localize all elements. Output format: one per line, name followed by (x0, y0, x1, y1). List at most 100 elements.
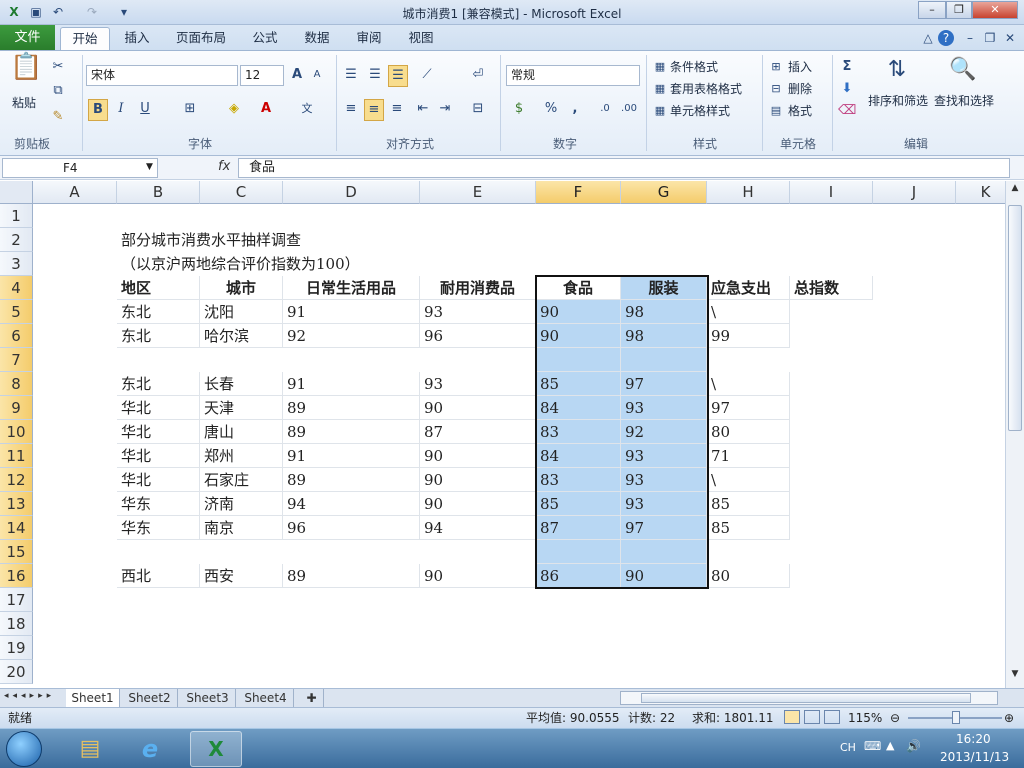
sheet-tab-3[interactable]: Sheet3 (180, 689, 236, 707)
tab-file[interactable]: 文件 (0, 25, 55, 50)
find-select-icon[interactable]: 🔍 (948, 55, 978, 85)
column-header-i[interactable]: I (790, 181, 873, 204)
row-header-17[interactable]: 17 (0, 588, 33, 612)
font-color-icon[interactable]: A (256, 99, 276, 119)
emergency-cell[interactable]: \ (707, 372, 790, 396)
column-header-e[interactable]: E (420, 181, 536, 204)
city-cell[interactable]: 长春 (200, 372, 283, 396)
daily-cell[interactable]: 91 (283, 372, 420, 396)
row-header-14[interactable]: 14 (0, 516, 33, 540)
column-header-d[interactable]: D (283, 181, 420, 204)
clothing-cell[interactable]: 97 (621, 372, 707, 396)
row-header-5[interactable]: 5 (0, 300, 33, 324)
sort-filter-button[interactable]: 排序和筛选 (868, 93, 928, 109)
align-center-icon[interactable]: ≡ (364, 99, 384, 121)
input-language[interactable]: CH (840, 741, 856, 754)
city-cell[interactable]: 天津 (200, 396, 283, 420)
cut-icon[interactable]: ✂ (50, 57, 66, 77)
borders-icon[interactable]: ⊞ (180, 99, 200, 119)
grow-font-icon[interactable]: A (288, 65, 306, 85)
conditional-format-button[interactable]: 条件格式 (670, 59, 718, 75)
region-cell[interactable]: 华北 (117, 468, 200, 492)
clothing-cell[interactable]: 93 (621, 396, 707, 420)
fill-color-icon[interactable]: ◈ (224, 99, 244, 119)
fill-icon[interactable]: ⬇ (838, 79, 856, 99)
daily-cell[interactable]: 89 (283, 420, 420, 444)
row-header-7[interactable]: 7 (0, 348, 33, 372)
region-cell[interactable]: 华北 (117, 444, 200, 468)
food-cell[interactable]: 83 (536, 420, 621, 444)
region-cell[interactable]: 华北 (117, 396, 200, 420)
row-header-18[interactable]: 18 (0, 612, 33, 636)
durable-cell[interactable]: 94 (420, 516, 536, 540)
copy-icon[interactable]: ⧉ (50, 81, 66, 101)
cell-styles-icon[interactable]: ▦ (652, 101, 668, 121)
format-cells-icon[interactable]: ▤ (768, 101, 784, 121)
city-cell[interactable]: 郑州 (200, 444, 283, 468)
comma-button[interactable]: , (566, 99, 584, 119)
durable-cell[interactable]: 96 (420, 324, 536, 348)
insert-function-button[interactable]: fx (218, 159, 230, 174)
empty-selected-cell[interactable] (621, 348, 707, 372)
close-button[interactable]: ✕ (972, 1, 1018, 19)
delete-cells-button[interactable]: 删除 (788, 81, 812, 97)
scroll-down-icon[interactable]: ▼ (1008, 669, 1022, 685)
excel-taskbar-icon[interactable]: X (190, 731, 242, 767)
header-cell-daily[interactable]: 日常生活用品 (283, 276, 420, 300)
food-cell[interactable]: 85 (536, 492, 621, 516)
orientation-icon[interactable]: ⟋ (416, 65, 438, 85)
volume-icon[interactable]: 🔊 (906, 739, 921, 753)
city-cell[interactable]: 西安 (200, 564, 283, 588)
emergency-cell[interactable]: 97 (707, 396, 790, 420)
column-header-h[interactable]: H (707, 181, 790, 204)
column-header-a[interactable]: A (33, 181, 117, 204)
formula-input[interactable]: 食品 (238, 158, 1010, 178)
decrease-decimal-icon[interactable]: .00 (618, 99, 640, 119)
clothing-cell[interactable]: 98 (621, 300, 707, 324)
row-header-8[interactable]: 8 (0, 372, 33, 396)
column-header-j[interactable]: J (873, 181, 956, 204)
row-header-2[interactable]: 2 (0, 228, 33, 252)
durable-cell[interactable]: 87 (420, 420, 536, 444)
food-cell[interactable]: 85 (536, 372, 621, 396)
column-header-f[interactable]: F (536, 181, 621, 204)
daily-cell[interactable]: 89 (283, 396, 420, 420)
column-header-c[interactable]: C (200, 181, 283, 204)
ie-taskbar-icon[interactable]: e (130, 733, 170, 765)
sheet-nav-icons[interactable]: ◂◂◂▸▸▸ (4, 691, 55, 701)
doc-restore-icon[interactable]: ❐ (982, 30, 998, 46)
page-break-view-icon[interactable] (824, 710, 840, 724)
tab-insert[interactable]: 插入 (116, 27, 158, 50)
region-cell[interactable]: 华北 (117, 420, 200, 444)
tab-page-layout[interactable]: 页面布局 (170, 27, 232, 50)
row-header-16[interactable]: 16 (0, 564, 33, 588)
food-cell[interactable]: 83 (536, 468, 621, 492)
doc-minimize-icon[interactable]: – (962, 30, 978, 46)
clothing-cell[interactable]: 93 (621, 444, 707, 468)
clock-date[interactable]: 2013/11/13 (940, 750, 1009, 764)
region-cell[interactable]: 华东 (117, 492, 200, 516)
sort-filter-icon[interactable]: ⇅ (882, 55, 912, 85)
phonetic-icon[interactable]: 文 (296, 99, 318, 119)
zoom-slider-thumb[interactable] (952, 711, 960, 724)
food-cell[interactable]: 86 (536, 564, 621, 588)
clothing-cell[interactable]: 98 (621, 324, 707, 348)
emergency-cell[interactable]: 80 (707, 420, 790, 444)
merge-center-icon[interactable]: ⊟ (468, 99, 488, 119)
row-header-1[interactable]: 1 (0, 204, 33, 228)
tab-formulas[interactable]: 公式 (244, 27, 286, 50)
increase-decimal-icon[interactable]: .0 (594, 99, 616, 119)
food-cell[interactable]: 90 (536, 324, 621, 348)
emergency-cell[interactable]: 85 (707, 516, 790, 540)
durable-cell[interactable]: 90 (420, 468, 536, 492)
tab-view[interactable]: 视图 (400, 27, 442, 50)
row-header-15[interactable]: 15 (0, 540, 33, 564)
region-cell[interactable]: 华东 (117, 516, 200, 540)
sheet-tab-2[interactable]: Sheet2 (122, 689, 178, 707)
row-header-10[interactable]: 10 (0, 420, 33, 444)
bold-button[interactable]: B (88, 99, 108, 121)
durable-cell[interactable]: 90 (420, 492, 536, 516)
vertical-scrollbar[interactable]: ▲ ▼ (1005, 181, 1024, 688)
find-select-button[interactable]: 查找和选择 (934, 93, 994, 109)
header-cell-total[interactable]: 总指数 (790, 276, 873, 300)
